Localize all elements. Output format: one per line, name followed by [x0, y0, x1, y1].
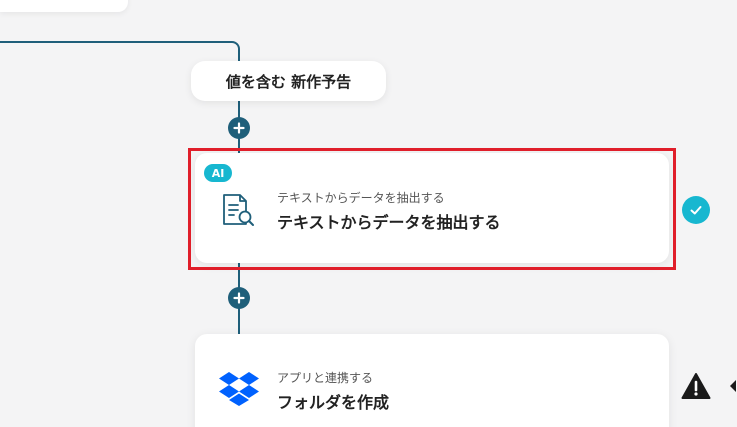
selection-highlight	[188, 148, 676, 270]
step-title: フォルダを作成	[277, 393, 390, 412]
dropbox-icon	[219, 370, 259, 410]
chevron-left-icon[interactable]	[729, 378, 737, 397]
step-card-create-folder[interactable]	[195, 334, 669, 427]
step-subtitle: アプリと連携する	[277, 371, 374, 385]
warning-icon	[681, 372, 711, 404]
add-step-button[interactable]	[228, 287, 250, 309]
previous-step-card[interactable]	[0, 0, 128, 12]
plus-icon	[233, 292, 245, 304]
condition-label[interactable]: 値を含む 新作予告	[191, 61, 386, 101]
flow-connector	[0, 41, 232, 43]
flow-canvas: 値を含む 新作予告 AI テキストからデータを抽出する テキストからデータを抽出…	[0, 0, 737, 427]
plus-icon	[233, 122, 245, 134]
add-step-button[interactable]	[228, 117, 250, 139]
condition-label-text: 値を含む 新作予告	[225, 72, 352, 91]
completed-check-icon	[682, 196, 710, 224]
